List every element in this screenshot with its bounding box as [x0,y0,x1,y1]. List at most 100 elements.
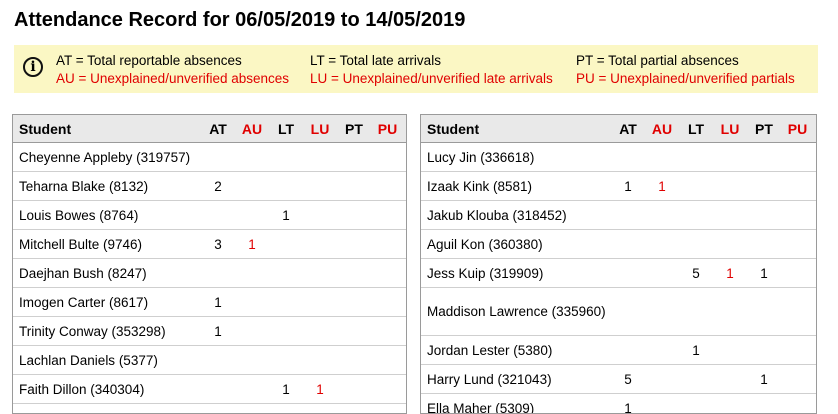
au-cell [643,288,681,336]
legend-pu: PU = Unexplained/unverified partials [576,71,795,86]
legend-pt: PT = Total partial absences [576,53,739,68]
au-cell [643,201,681,230]
column-header-pu: PU [369,115,406,143]
pu-cell [369,230,406,259]
student-name-cell: Mitchell Bulte (9746) [13,230,203,259]
lt-cell [681,394,711,414]
at-cell [613,230,643,259]
lt-cell [271,346,301,375]
pu-cell [369,143,406,172]
lu-cell [711,336,749,365]
lu-cell [301,346,339,375]
legend-lu: LU = Unexplained/unverified late arrival… [310,71,553,86]
page-title: Attendance Record for 06/05/2019 to 14/0… [14,9,465,32]
pt-cell [339,259,369,288]
pt-cell [749,230,779,259]
student-name-cell: Harry Lund (321043) [421,365,613,394]
table-row: Izaak Kink (8581)11 [421,172,816,201]
au-cell [233,259,271,288]
student-name-cell: Jordan Lester (5380) [421,336,613,365]
table-row: Teharna Blake (8132)2 [13,172,406,201]
student-name-cell: Izaak Kink (8581) [421,172,613,201]
pt-cell [749,143,779,172]
pu-cell [369,317,406,346]
pu-cell [779,259,816,288]
pt-cell [339,172,369,201]
student-name-cell: Jess Kuip (319909) [421,259,613,288]
pu-cell [779,172,816,201]
at-cell [613,259,643,288]
lu-cell [711,172,749,201]
at-cell [613,336,643,365]
table-row: Daejhan Bush (8247) [13,259,406,288]
lt-cell [271,259,301,288]
student-name-cell: Maddison Lawrence (335960) [421,288,613,336]
lt-cell [681,230,711,259]
table-row: Louis Bowes (8764)1 [13,201,406,230]
lt-cell [681,172,711,201]
info-icon: i [23,57,43,77]
student-name-cell: Cheyenne Appleby (319757) [13,143,203,172]
table-header-row: Student AT AU LT LU PT PU [13,115,406,143]
au-cell [233,346,271,375]
pu-cell [779,230,816,259]
pt-cell [749,201,779,230]
at-cell: 1 [203,317,233,346]
lu-cell [711,365,749,394]
pu-cell [779,336,816,365]
at-cell: 5 [613,365,643,394]
au-cell [643,336,681,365]
lt-cell [271,230,301,259]
pu-cell [779,288,816,336]
column-header-pt: PT [749,115,779,143]
pu-cell [779,394,816,414]
lu-cell [301,172,339,201]
pu-cell [369,201,406,230]
column-header-au: AU [643,115,681,143]
pu-cell [369,259,406,288]
pt-cell [339,375,369,404]
legend-box: i AT = Total reportable absences AU = Un… [14,45,818,93]
au-cell [233,375,271,404]
table-row: Jakub Klouba (318452) [421,201,816,230]
pu-cell [369,288,406,317]
at-cell: 1 [203,288,233,317]
student-name-cell: Jakub Klouba (318452) [421,201,613,230]
student-name-cell: Imogen Carter (8617) [13,288,203,317]
pt-cell [339,201,369,230]
table-row: Maddison Lawrence (335960) [421,288,816,336]
column-header-student: Student [13,115,203,143]
lu-cell [301,143,339,172]
pt-cell [749,288,779,336]
pt-cell [339,346,369,375]
pu-cell [369,346,406,375]
pt-cell [339,143,369,172]
student-name-cell: Ella Maher (5309) [421,394,613,414]
lu-cell: 1 [301,375,339,404]
pt-cell [339,288,369,317]
table-row: Aguil Kon (360380) [421,230,816,259]
lt-cell: 1 [681,336,711,365]
at-cell [613,201,643,230]
au-cell [233,201,271,230]
pu-cell [369,172,406,201]
au-cell [643,365,681,394]
pu-cell [369,375,406,404]
table-row: Ella Maher (5309)1 [421,394,816,414]
attendance-table-right: Student AT AU LT LU PT PU Lucy Jin (3366… [420,114,817,414]
lu-cell [711,288,749,336]
lt-cell [271,317,301,346]
table-row: Imogen Carter (8617)1 [13,288,406,317]
table-header-row: Student AT AU LT LU PT PU [421,115,816,143]
student-name-cell: Lucy Jin (336618) [421,143,613,172]
lu-cell [301,317,339,346]
au-cell [643,143,681,172]
au-cell [233,143,271,172]
at-cell: 1 [613,172,643,201]
column-header-lu: LU [711,115,749,143]
au-cell [233,317,271,346]
at-cell [203,375,233,404]
pt-cell [339,230,369,259]
lu-cell [301,230,339,259]
pt-cell [339,317,369,346]
